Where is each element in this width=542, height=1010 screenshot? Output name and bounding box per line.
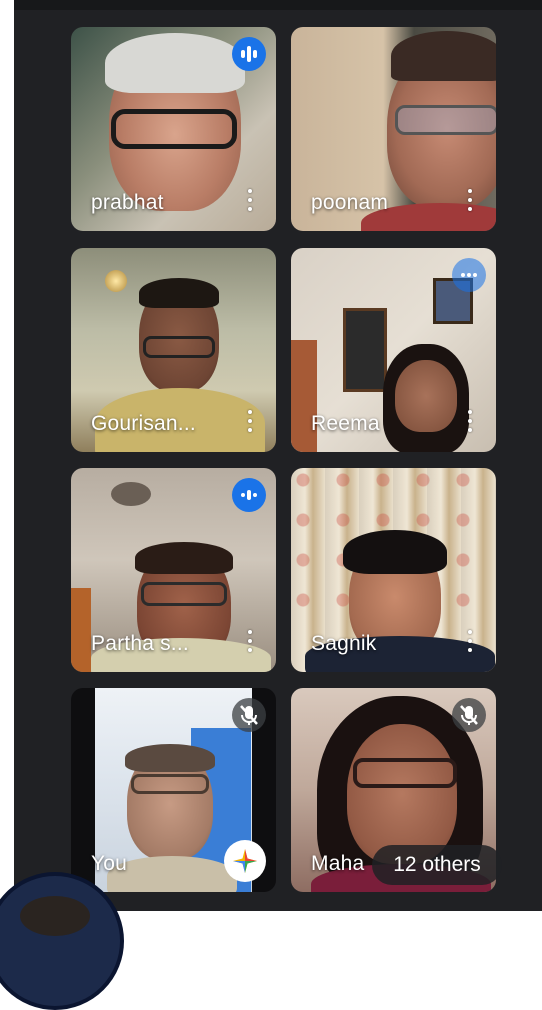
- glasses: [131, 774, 209, 794]
- more-options-icon[interactable]: [246, 628, 254, 654]
- ceiling-fan: [111, 482, 151, 506]
- others-count-button[interactable]: 12 others: [372, 845, 502, 885]
- participant-tile-prabhat[interactable]: prabhat: [71, 27, 276, 231]
- participant-name: poonam: [311, 191, 389, 214]
- speaking-indicator-icon: [232, 37, 266, 71]
- participant-tile-you[interactable]: You: [71, 688, 276, 892]
- hair: [139, 278, 219, 308]
- self-preview-hair: [20, 896, 90, 936]
- side-curtain: [71, 588, 91, 672]
- participant-tile-reema[interactable]: Reema: [291, 248, 496, 452]
- glasses: [395, 105, 496, 135]
- mic-off-icon: [232, 698, 266, 732]
- more-options-icon[interactable]: [466, 408, 474, 434]
- more-options-icon[interactable]: [466, 187, 474, 213]
- participant-name: prabhat: [91, 191, 164, 214]
- lamp: [105, 270, 127, 292]
- speaking-indicator-icon: [452, 258, 486, 292]
- hair: [105, 33, 245, 93]
- participant-tile-partha[interactable]: Partha s...: [71, 468, 276, 672]
- glasses: [143, 336, 215, 358]
- meeting-screen: prabhat poonam Gourisan... Reema Partha …: [14, 0, 542, 911]
- speaking-indicator-icon: [232, 478, 266, 512]
- glasses: [111, 109, 237, 149]
- participant-name: Maha: [311, 852, 365, 875]
- glasses: [141, 582, 227, 606]
- participant-name: Gourisan...: [91, 412, 196, 435]
- hair: [391, 31, 496, 81]
- participant-face-front: [395, 360, 457, 432]
- participant-name: Sagnik: [311, 632, 377, 655]
- participant-tile-poonam[interactable]: poonam: [291, 27, 496, 231]
- top-bar: [14, 0, 542, 10]
- effects-sparkle-icon[interactable]: [224, 840, 266, 882]
- participant-name: You: [91, 852, 128, 875]
- participant-tile-gourisan[interactable]: Gourisan...: [71, 248, 276, 452]
- participant-name: Partha s...: [91, 632, 189, 655]
- participant-name: Reema: [311, 412, 380, 435]
- painting-frame: [343, 308, 387, 392]
- glasses: [353, 758, 457, 788]
- hair: [135, 542, 233, 574]
- participant-face: [347, 724, 457, 864]
- more-options-icon[interactable]: [246, 408, 254, 434]
- mic-off-icon: [452, 698, 486, 732]
- participant-tile-sagnik[interactable]: Sagnik: [291, 468, 496, 672]
- hair: [343, 530, 447, 574]
- more-options-icon[interactable]: [466, 628, 474, 654]
- more-options-icon[interactable]: [246, 187, 254, 213]
- hair: [125, 744, 215, 772]
